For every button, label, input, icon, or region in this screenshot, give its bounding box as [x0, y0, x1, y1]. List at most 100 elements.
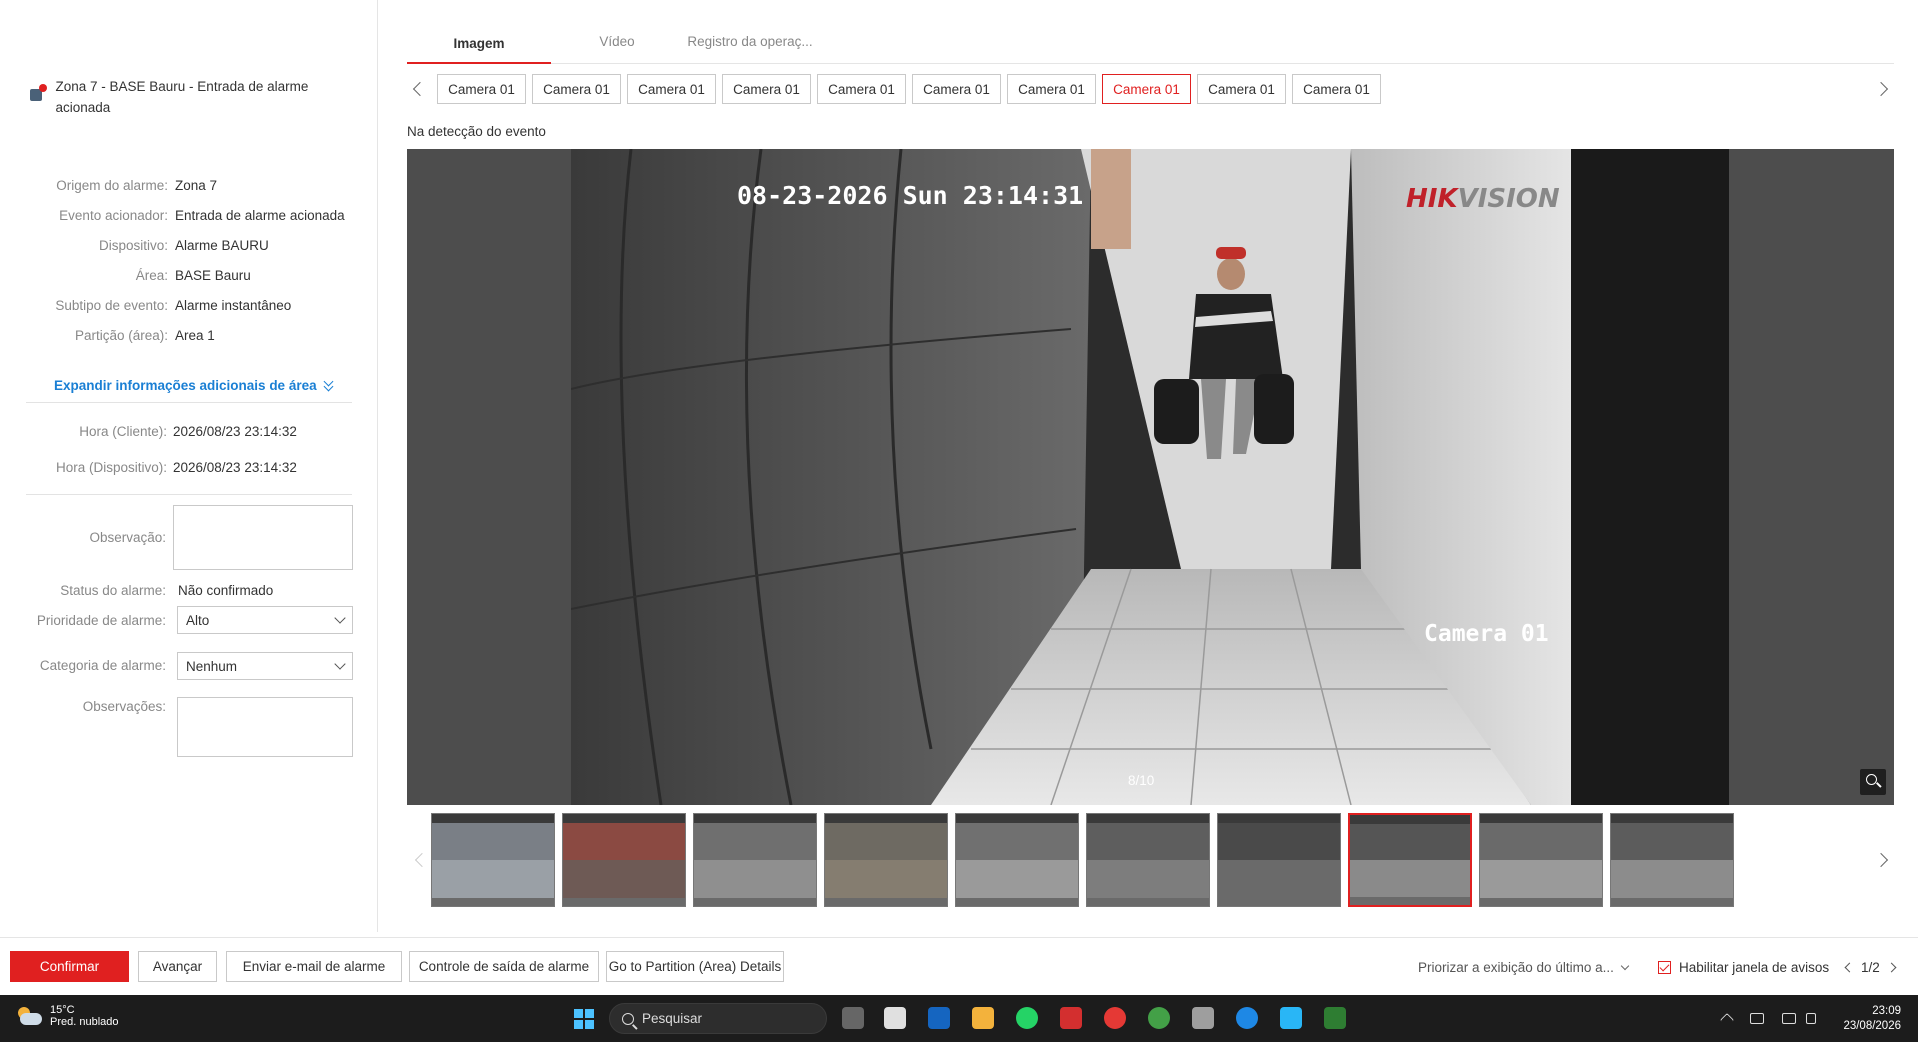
chevron-right-icon[interactable]: [1873, 852, 1889, 868]
network-icon[interactable]: [1782, 1013, 1796, 1024]
cloud-offline-icon[interactable]: [1750, 1013, 1764, 1024]
windows-start-icon[interactable]: [574, 1009, 594, 1029]
detail-value: Area 1: [175, 328, 215, 343]
detail-value: BASE Bauru: [175, 268, 251, 283]
corridor-scene: [571, 149, 1729, 805]
volume-icon[interactable]: [1806, 1013, 1816, 1024]
detail-label: Partição (área):: [74, 328, 168, 343]
calculator-icon[interactable]: [1192, 1007, 1214, 1029]
tab-imagem[interactable]: Imagem: [407, 30, 551, 64]
pager: 1/2: [1844, 960, 1897, 975]
priority-select-value: Alto: [186, 612, 210, 628]
thumbnail[interactable]: [1217, 813, 1341, 907]
zoom-in-icon[interactable]: [1860, 769, 1886, 795]
whatsapp-icon[interactable]: [1016, 1007, 1038, 1029]
camera-tab[interactable]: Camera 01: [817, 74, 906, 104]
expand-area-info-link[interactable]: Expandir informações adicionais de área: [54, 378, 335, 393]
observacao-label: Observação:: [89, 530, 166, 545]
thumbnail[interactable]: [1086, 813, 1210, 907]
thumbnail-osd-bar: [1087, 814, 1209, 823]
detail-value: Zona 7: [175, 178, 218, 193]
detail-label: Área:: [135, 268, 168, 283]
partly-cloudy-icon: [16, 1007, 42, 1025]
chrome-profile-icon[interactable]: [1148, 1007, 1170, 1029]
advance-button[interactable]: Avançar: [138, 951, 217, 982]
tab-registro-operacao[interactable]: Registro da operaç...: [677, 30, 823, 64]
category-select[interactable]: Nenhum: [177, 652, 353, 680]
outlook-icon[interactable]: [928, 1007, 950, 1029]
image-viewer[interactable]: 08-23-2026 Sun 23:14:31 HIKVISION Camera…: [407, 149, 1894, 805]
media-tabs: Imagem Vídeo Registro da operaç...: [407, 30, 1894, 64]
enable-window-checkbox[interactable]: Habilitar janela de avisos: [1658, 960, 1829, 975]
observacao-input[interactable]: [173, 505, 353, 570]
chevron-left-icon[interactable]: [1844, 962, 1855, 973]
confirm-button[interactable]: Confirmar: [10, 951, 129, 982]
snipping-tool-icon[interactable]: [884, 1007, 906, 1029]
thumbnail-osd-bar: [825, 814, 947, 823]
alarm-title: Zona 7 - BASE Bauru - Entrada de alarme …: [55, 79, 309, 115]
send-email-button[interactable]: Enviar e-mail de alarme: [226, 951, 402, 982]
app-red-icon[interactable]: [1060, 1007, 1082, 1029]
thumbnail-footer: [563, 898, 685, 906]
camera-tab[interactable]: Camera 01: [437, 74, 526, 104]
clock-time: 23:09: [1872, 1005, 1901, 1017]
taskbar-clock[interactable]: 23:09 23/08/2026: [1843, 1004, 1901, 1034]
camera-tab[interactable]: Camera 01: [1007, 74, 1096, 104]
chevron-left-icon[interactable]: [414, 852, 430, 868]
thumbnail-osd-bar: [956, 814, 1078, 823]
divider: [26, 402, 352, 403]
chevron-right-icon[interactable]: [1873, 81, 1889, 97]
thumbnail-osd-bar: [694, 814, 816, 823]
thumbnail-osd-bar: [563, 814, 685, 823]
chrome-icon[interactable]: [1104, 1007, 1126, 1029]
status-value: Não confirmado: [178, 583, 274, 598]
taskbar-search-label: Pesquisar: [642, 1011, 703, 1026]
thumbnail[interactable]: [431, 813, 555, 907]
camera-tab[interactable]: Camera 01: [722, 74, 811, 104]
image-counter: 8/10: [1128, 773, 1155, 788]
time-label: Hora (Dispositivo):: [55, 460, 167, 475]
thumbnail[interactable]: [1479, 813, 1603, 907]
chevron-down-icon: [1620, 961, 1630, 970]
taskbar-search[interactable]: Pesquisar: [609, 1003, 827, 1034]
priority-select[interactable]: Alto: [177, 606, 353, 634]
weather-desc: Pred. nublado: [50, 1016, 119, 1028]
prioritize-dropdown[interactable]: Priorizar a exibição do último a...: [1418, 960, 1630, 975]
thumbnail-footer: [1350, 897, 1470, 905]
thumbnail[interactable]: [562, 813, 686, 907]
thumbnail[interactable]: [1348, 813, 1472, 907]
time-label: Hora (Cliente):: [79, 424, 167, 439]
tray-chevron-up-icon[interactable]: [1719, 1012, 1735, 1028]
camera-snapshot: 08-23-2026 Sun 23:14:31 HIKVISION Camera…: [571, 149, 1729, 805]
thumbnail[interactable]: [693, 813, 817, 907]
camera-tab[interactable]: Camera 01: [1197, 74, 1286, 104]
notepad-icon[interactable]: [1280, 1007, 1302, 1029]
camera-tab[interactable]: Camera 01: [627, 74, 716, 104]
detail-value: Entrada de alarme acionada: [175, 208, 345, 223]
settings-app-icon[interactable]: [1236, 1007, 1258, 1029]
thumbnail[interactable]: [824, 813, 948, 907]
camera-tab[interactable]: Camera 01: [532, 74, 621, 104]
chevron-right-icon[interactable]: [1886, 962, 1897, 973]
thumbnail-footer: [825, 898, 947, 906]
task-view-icon[interactable]: [842, 1007, 864, 1029]
tab-video[interactable]: Vídeo: [577, 30, 657, 64]
weather-widget[interactable]: 15°C Pred. nublado: [16, 1004, 119, 1028]
observacoes-input[interactable]: [177, 697, 353, 757]
checkbox-checked-icon: [1658, 961, 1671, 974]
camera-tab[interactable]: Camera 01: [912, 74, 1001, 104]
thumbnail-osd-bar: [1611, 814, 1733, 823]
camera-tab[interactable]: Camera 01: [1292, 74, 1381, 104]
thumbnail-footer: [1480, 898, 1602, 906]
thumbnail[interactable]: [1610, 813, 1734, 907]
expand-area-info-label: Expandir informações adicionais de área: [54, 378, 317, 393]
excel-icon[interactable]: [1324, 1007, 1346, 1029]
chevron-left-icon[interactable]: [412, 81, 428, 97]
file-explorer-icon[interactable]: [972, 1007, 994, 1029]
thumbnail-osd-bar: [1480, 814, 1602, 823]
partition-details-button[interactable]: Go to Partition (Area) Details: [606, 951, 784, 982]
weather-temp: 15°C: [50, 1004, 75, 1016]
alarm-output-control-button[interactable]: Controle de saída de alarme: [409, 951, 599, 982]
camera-tab[interactable]: Camera 01: [1102, 74, 1191, 104]
thumbnail[interactable]: [955, 813, 1079, 907]
